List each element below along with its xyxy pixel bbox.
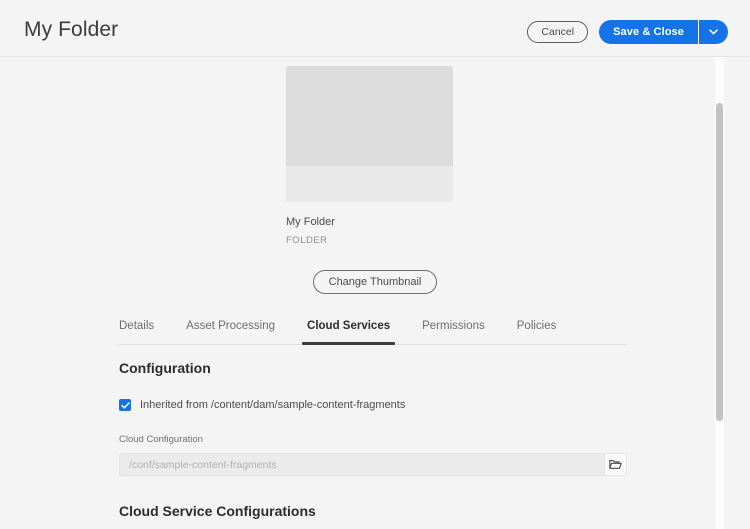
tab-details[interactable]: Details [119, 315, 170, 344]
tab-permissions[interactable]: Permissions [406, 315, 501, 344]
save-and-close-group: Save & Close [599, 20, 728, 44]
page-title: My Folder [24, 18, 119, 41]
inherited-checkbox[interactable] [119, 399, 131, 411]
checkmark-icon [120, 401, 130, 409]
cloud-configuration-row [119, 453, 627, 476]
tab-cloud-services[interactable]: Cloud Services [291, 315, 406, 345]
properties-tablist: Details Asset Processing Cloud Services … [119, 315, 627, 345]
cloud-service-configurations-section-title: Cloud Service Configurations [119, 503, 316, 519]
tab-asset-processing[interactable]: Asset Processing [170, 315, 291, 344]
chevron-down-icon [709, 29, 718, 35]
page-header: My Folder Cancel Save & Close [0, 0, 750, 57]
change-thumbnail-button[interactable]: Change Thumbnail [312, 270, 438, 294]
header-actions: Cancel Save & Close [527, 20, 728, 44]
thumbnail-block: My Folder FOLDER [286, 66, 453, 247]
thumbnail-image [286, 66, 453, 202]
thumbnail-image-lower [286, 166, 453, 202]
asset-properties-page: My Folder Cancel Save & Close My Folder … [0, 0, 750, 529]
folder-icon [609, 459, 622, 470]
tab-policies[interactable]: Policies [501, 315, 573, 344]
vertical-scrollbar-track[interactable] [715, 57, 724, 529]
cancel-button[interactable]: Cancel [527, 21, 589, 43]
save-and-close-more-button[interactable] [698, 20, 728, 44]
thumbnail-image-upper [286, 66, 453, 166]
change-thumbnail-row: Change Thumbnail [0, 270, 750, 294]
cloud-configuration-input[interactable] [119, 453, 604, 476]
cloud-services-form: Configuration Inherited from /content/da… [119, 359, 627, 529]
thumbnail-title: My Folder [286, 216, 335, 228]
vertical-scrollbar-thumb[interactable] [716, 103, 723, 421]
inherited-checkbox-label[interactable]: Inherited from /content/dam/sample-conte… [140, 398, 405, 412]
properties-scroll-area: My Folder FOLDER Change Thumbnail Detail… [0, 57, 750, 529]
save-and-close-button[interactable]: Save & Close [599, 20, 698, 44]
configuration-section-title: Configuration [119, 360, 211, 376]
cloud-configuration-browse-button[interactable] [604, 453, 627, 476]
inherited-checkbox-row[interactable]: Inherited from /content/dam/sample-conte… [119, 398, 627, 412]
thumbnail-type-label: FOLDER [286, 235, 328, 246]
cloud-configuration-label: Cloud Configuration [119, 434, 203, 445]
